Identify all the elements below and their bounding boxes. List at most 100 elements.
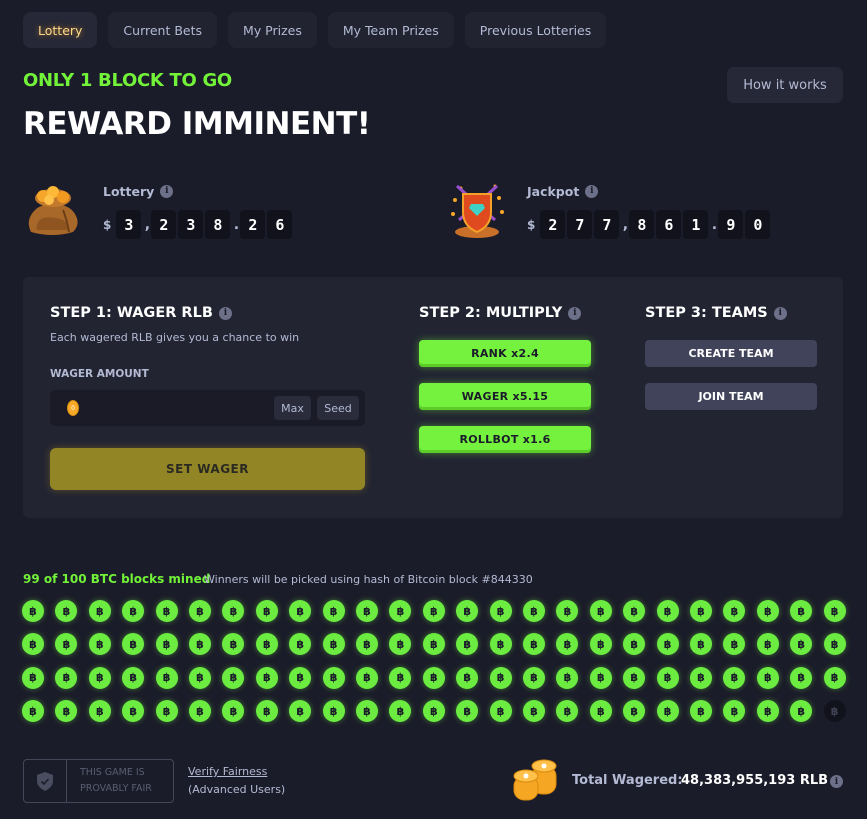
jackpot-prize: Jackpot i $ 277,861.90 [447, 180, 772, 240]
btc-block-mined-icon: ฿ [690, 600, 712, 622]
tab-lottery[interactable]: Lottery [23, 12, 98, 48]
btc-block-pending-icon: ฿ [823, 700, 846, 723]
blocks-remaining-subtitle: ONLY 1 BLOCK TO GO [23, 70, 232, 91]
rank-multiplier-button[interactable]: RANK x2.4 [419, 340, 591, 367]
btc-block-mined-icon: ฿ [22, 700, 44, 723]
jackpot-shield-icon [447, 180, 507, 240]
money-bag-icon [23, 180, 83, 240]
amount-separator: , [144, 216, 151, 233]
btc-block-mined-icon: ฿ [155, 633, 178, 656]
btc-block-mined-icon: ฿ [255, 666, 278, 689]
btc-block-mined-icon: ฿ [422, 600, 445, 622]
info-icon[interactable]: i [218, 306, 232, 320]
btc-block-mined-icon: ฿ [422, 666, 445, 689]
tab-my-team-prizes[interactable]: My Team Prizes [327, 12, 454, 48]
advanced-users-note: (Advanced Users) [188, 783, 286, 796]
btc-block-mined-icon: ฿ [88, 666, 111, 689]
currency-symbol: $ [103, 217, 112, 232]
btc-block-mined-icon: ฿ [22, 666, 44, 689]
btc-block-mined-icon: ฿ [556, 633, 579, 656]
currency-symbol: $ [527, 217, 536, 232]
verify-fairness-link[interactable]: Verify Fairness [188, 765, 267, 778]
btc-block-mined-icon: ฿ [589, 666, 612, 689]
btc-block-mined-icon: ฿ [456, 666, 479, 689]
jackpot-label: Jackpot i [527, 180, 772, 202]
max-button[interactable]: Max [274, 396, 311, 420]
amount-digit: 3 [116, 210, 142, 239]
info-icon[interactable]: i [773, 306, 787, 320]
btc-block-mined-icon: ฿ [289, 666, 312, 689]
btc-block-mined-icon: ฿ [322, 700, 345, 723]
btc-block-mined-icon: ฿ [556, 600, 579, 622]
btc-block-mined-icon: ฿ [189, 633, 211, 656]
info-icon[interactable]: i [160, 184, 174, 198]
btc-block-mined-icon: ฿ [523, 700, 545, 723]
fair-line-1: THIS GAME IS [80, 767, 145, 778]
btc-block-mined-icon: ฿ [55, 600, 78, 622]
total-wagered-value: 48,383,955,193 RLB [681, 773, 829, 788]
btc-block-mined-icon: ฿ [656, 600, 679, 622]
btc-block-mined-icon: ฿ [322, 666, 345, 689]
btc-block-mined-icon: ฿ [122, 700, 145, 723]
amount-digit: 2 [240, 210, 266, 239]
btc-block-mined-icon: ฿ [356, 666, 378, 689]
btc-block-mined-icon: ฿ [656, 633, 679, 656]
btc-block-mined-icon: ฿ [723, 700, 746, 723]
info-icon[interactable]: i [585, 184, 599, 198]
tab-current-bets[interactable]: Current Bets [108, 12, 218, 48]
btc-block-mined-icon: ฿ [589, 633, 612, 656]
how-it-works-button[interactable]: How it works [727, 67, 843, 103]
btc-block-mined-icon: ฿ [55, 700, 78, 723]
btc-block-mined-icon: ฿ [723, 633, 746, 656]
btc-block-mined-icon: ฿ [556, 666, 579, 689]
btc-block-mined-icon: ฿ [656, 700, 679, 723]
btc-block-mined-icon: ฿ [823, 600, 846, 622]
btc-block-mined-icon: ฿ [122, 633, 145, 656]
lottery-steps-panel: STEP 1: WAGER RLB i Each wagered RLB giv… [23, 277, 843, 518]
btc-block-mined-icon: ฿ [189, 666, 211, 689]
btc-block-mined-icon: ฿ [489, 600, 512, 622]
wager-amount-input[interactable] [90, 390, 270, 426]
info-icon[interactable]: i [568, 306, 582, 320]
join-team-button[interactable]: JOIN TEAM [645, 383, 817, 410]
lottery-label: Lottery i [103, 180, 294, 202]
btc-block-mined-icon: ฿ [756, 600, 779, 622]
provably-fair-badge: THIS GAME IS PROVABLY FAIR [23, 759, 174, 803]
seed-button[interactable]: Seed [317, 396, 359, 420]
btc-block-mined-icon: ฿ [255, 633, 278, 656]
amount-separator: . [233, 216, 240, 233]
btc-block-mined-icon: ฿ [122, 600, 145, 622]
rlb-coin-icon: 0 [67, 400, 79, 416]
btc-block-mined-icon: ฿ [189, 700, 211, 723]
fair-line-2: PROVABLY FAIR [80, 783, 152, 794]
amount-separator: . [711, 216, 718, 233]
btc-block-mined-icon: ฿ [790, 600, 813, 622]
btc-block-mined-icon: ฿ [322, 633, 345, 656]
step2-title: STEP 2: MULTIPLY i [419, 305, 582, 321]
wager-multiplier-button[interactable]: WAGER x5.15 [419, 383, 591, 410]
rollbot-multiplier-button[interactable]: ROLLBOT x1.6 [419, 426, 591, 453]
btc-block-mined-icon: ฿ [356, 633, 378, 656]
amount-digit: 3 [178, 210, 204, 239]
btc-block-mined-icon: ฿ [456, 633, 479, 656]
btc-block-mined-icon: ฿ [289, 633, 312, 656]
set-wager-button[interactable]: SET WAGER [50, 448, 365, 490]
winners-info: Winners will be picked using hash of Bit… [204, 573, 533, 586]
page-title: REWARD IMMINENT! [23, 106, 371, 142]
btc-block-mined-icon: ฿ [623, 666, 646, 689]
btc-block-mined-icon: ฿ [790, 700, 813, 723]
tab-my-prizes[interactable]: My Prizes [228, 12, 317, 48]
info-icon[interactable]: i [830, 775, 843, 788]
tab-previous-lotteries[interactable]: Previous Lotteries [464, 12, 607, 48]
btc-block-mined-icon: ฿ [88, 600, 111, 622]
btc-block-mined-icon: ฿ [523, 600, 545, 622]
btc-block-mined-icon: ฿ [589, 700, 612, 723]
btc-block-mined-icon: ฿ [656, 666, 679, 689]
btc-block-mined-icon: ฿ [222, 700, 245, 723]
create-team-button[interactable]: CREATE TEAM [645, 340, 817, 367]
amount-digit: 1 [683, 210, 709, 239]
btc-block-mined-icon: ฿ [155, 666, 178, 689]
btc-block-mined-icon: ฿ [22, 633, 44, 656]
btc-block-mined-icon: ฿ [389, 666, 412, 689]
btc-block-mined-icon: ฿ [556, 700, 579, 723]
